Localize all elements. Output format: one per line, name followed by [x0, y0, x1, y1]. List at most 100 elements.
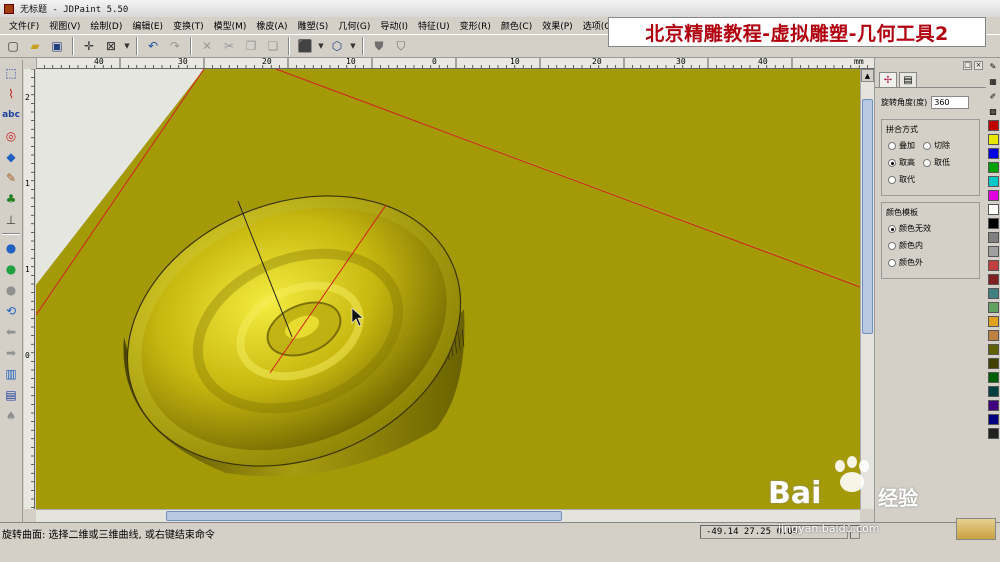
radio-color-none[interactable]: 颜色无效	[888, 223, 931, 234]
color-swatch[interactable]	[987, 176, 999, 187]
menu-view[interactable]: 视图(V)	[44, 19, 85, 32]
new-file-icon[interactable]: ▢	[3, 36, 23, 56]
color-swatch[interactable]	[987, 344, 999, 355]
delete-icon[interactable]: ✕	[197, 36, 217, 56]
copy-icon[interactable]: ❐	[241, 36, 261, 56]
menu-color[interactable]: 颜色(C)	[496, 19, 537, 32]
grid-tool-icon[interactable]: ▤	[1, 385, 21, 405]
dropdown-arrow-icon[interactable]: ▼	[123, 36, 131, 56]
curve-tool-icon[interactable]: ⌇	[1, 84, 21, 104]
paint-tool-icon[interactable]: ✎	[1, 168, 21, 188]
render-mode-icon[interactable]: ⬡	[327, 36, 347, 56]
radio-cut[interactable]: 切除	[923, 140, 950, 151]
radio-take-high[interactable]: 取高	[888, 157, 915, 168]
undo-icon[interactable]: ↶	[143, 36, 163, 56]
color-swatch[interactable]	[987, 218, 999, 229]
color-swatch[interactable]	[987, 316, 999, 327]
ruler-left: 2 1 1 0	[24, 69, 35, 509]
tab-document[interactable]: ▤	[899, 72, 917, 87]
arrow-left-icon[interactable]: ⬅	[1, 322, 21, 342]
light-blue-icon[interactable]: ●	[1, 238, 21, 258]
redo-icon[interactable]: ↷	[165, 36, 185, 56]
paste-icon[interactable]: ❏	[263, 36, 283, 56]
color-swatch[interactable]	[987, 260, 999, 271]
shield-tool-2-icon[interactable]: ⛉	[391, 36, 411, 56]
radio-replace[interactable]: 取代	[888, 174, 915, 185]
menu-draw[interactable]: 绘制(D)	[85, 19, 127, 32]
toolbar-separator	[362, 37, 364, 55]
select-box-icon[interactable]: ⊠	[101, 36, 121, 56]
menu-edit[interactable]: 编辑(E)	[127, 19, 168, 32]
menu-deform[interactable]: 变形(R)	[455, 19, 496, 32]
box-3d-icon[interactable]: ▥	[1, 364, 21, 384]
grid-icon[interactable]: ▦	[987, 75, 999, 87]
menu-guide[interactable]: 导动(I)	[375, 19, 413, 32]
tab-tool-properties[interactable]: ✢	[879, 72, 897, 87]
color-swatch[interactable]	[987, 274, 999, 285]
circle-tool-icon[interactable]: ◎	[1, 126, 21, 146]
color-swatch[interactable]	[987, 134, 999, 145]
rotate-angle-input[interactable]	[931, 96, 970, 109]
stamp-tool-icon[interactable]: ♠	[1, 406, 21, 426]
menu-sculpt[interactable]: 雕塑(S)	[293, 19, 334, 32]
light-green-icon[interactable]: ●	[1, 259, 21, 279]
radio-color-inside[interactable]: 颜色内	[888, 240, 923, 251]
menu-effect[interactable]: 效果(P)	[537, 19, 577, 32]
cut-icon[interactable]: ✂	[219, 36, 239, 56]
scroll-up-icon[interactable]: ▲	[861, 69, 874, 82]
color-swatch[interactable]	[987, 204, 999, 215]
text-abc-icon[interactable]: abc	[1, 105, 21, 125]
radio-overlay[interactable]: 叠加	[888, 140, 915, 151]
ruler-top-label: 0	[432, 58, 437, 66]
ruler-top-ticks	[36, 58, 868, 68]
menu-eraser[interactable]: 橡皮(A)	[251, 19, 292, 32]
color-swatch[interactable]	[987, 386, 999, 397]
crosshair-icon[interactable]: ✛	[79, 36, 99, 56]
color-swatch[interactable]	[987, 372, 999, 383]
ruler-top-label: 30	[178, 58, 188, 66]
menu-file[interactable]: 文件(F)	[4, 19, 44, 32]
open-folder-icon[interactable]: ▰	[25, 36, 45, 56]
swatch-picker-icon[interactable]: ▩	[987, 105, 999, 117]
horizontal-scrollbar[interactable]	[36, 509, 860, 522]
vertical-scrollbar[interactable]: ▲	[860, 69, 874, 509]
color-swatch[interactable]	[987, 148, 999, 159]
radio-color-outside[interactable]: 颜色外	[888, 257, 923, 268]
pencil-icon[interactable]: ✎	[987, 60, 999, 72]
color-swatch[interactable]	[987, 288, 999, 299]
rotate-tool-icon[interactable]: ⟲	[1, 301, 21, 321]
dropdown-arrow-icon[interactable]: ▼	[317, 36, 325, 56]
save-disk-icon[interactable]: ▣	[47, 36, 67, 56]
dropdown-arrow-icon[interactable]: ▼	[349, 36, 357, 56]
color-swatch[interactable]	[987, 428, 999, 439]
menu-geometry[interactable]: 几何(G)	[333, 19, 375, 32]
shield-tool-icon[interactable]: ⛊	[369, 36, 389, 56]
cube-view-icon[interactable]: ⬛	[295, 36, 315, 56]
panel-close-icon[interactable]: ×	[974, 60, 983, 70]
vertical-scroll-thumb[interactable]	[862, 99, 873, 334]
panel-restore-icon[interactable]: □	[963, 60, 972, 70]
eyedropper-icon[interactable]: ✐	[987, 90, 999, 102]
measure-tool-icon[interactable]: ⊥	[1, 210, 21, 230]
color-swatch[interactable]	[987, 358, 999, 369]
3d-viewport[interactable]	[36, 69, 860, 509]
color-swatch[interactable]	[987, 162, 999, 173]
horizontal-scroll-thumb[interactable]	[166, 511, 562, 521]
select-rect-icon[interactable]: ⬚	[1, 63, 21, 83]
color-swatch[interactable]	[987, 400, 999, 411]
menu-model[interactable]: 模型(M)	[209, 19, 252, 32]
arrow-right-icon[interactable]: ➡	[1, 343, 21, 363]
color-swatch[interactable]	[987, 302, 999, 313]
color-swatch[interactable]	[987, 414, 999, 425]
menu-transform[interactable]: 变换(T)	[168, 19, 209, 32]
light-gray-icon[interactable]: ●	[1, 280, 21, 300]
menu-feature[interactable]: 特征(U)	[413, 19, 455, 32]
color-swatch[interactable]	[987, 190, 999, 201]
color-swatch[interactable]	[987, 232, 999, 243]
color-swatch[interactable]	[987, 120, 999, 131]
tree-tool-icon[interactable]: ♣	[1, 189, 21, 209]
radio-take-low[interactable]: 取低	[923, 157, 950, 168]
color-swatch[interactable]	[987, 330, 999, 341]
fill-tool-icon[interactable]: ◆	[1, 147, 21, 167]
color-swatch[interactable]	[987, 246, 999, 257]
